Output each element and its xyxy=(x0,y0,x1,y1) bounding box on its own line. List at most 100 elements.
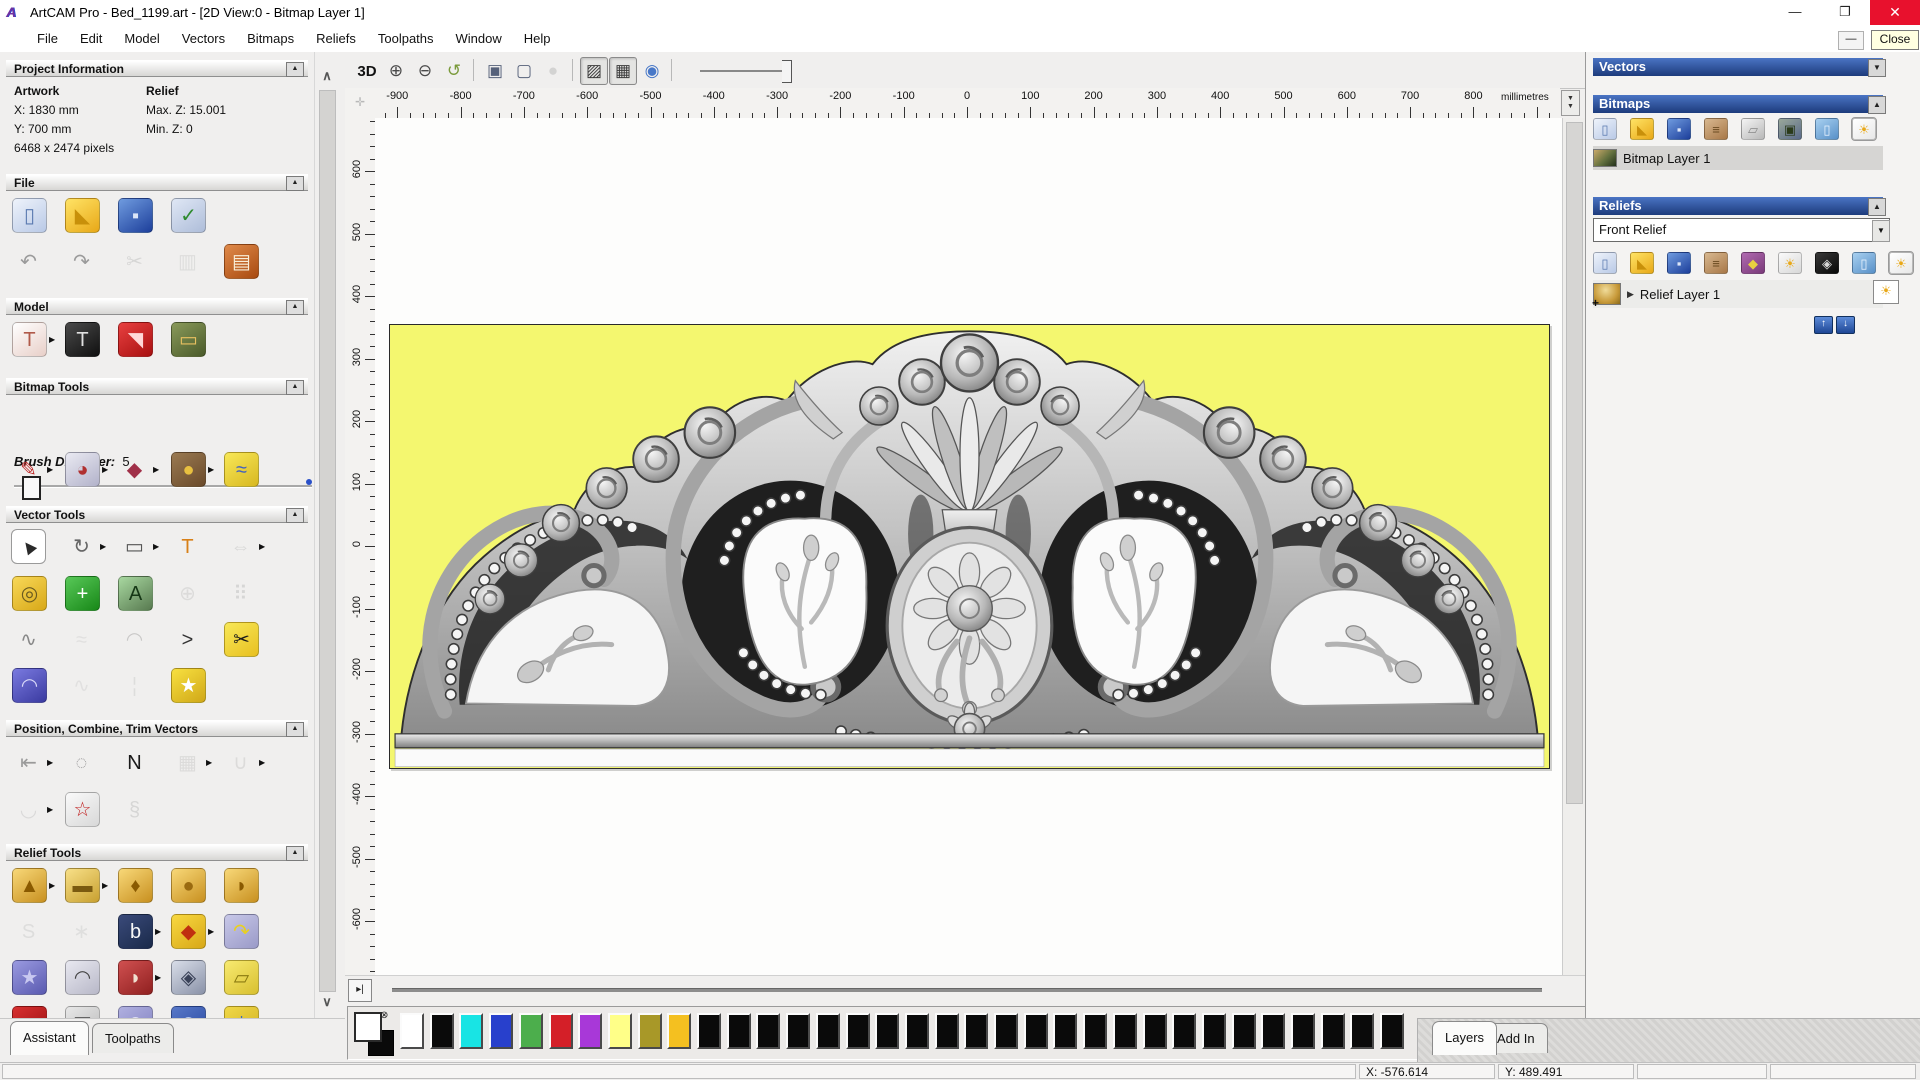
palette-colour-12[interactable] xyxy=(756,1013,781,1049)
distort-vectors-icon[interactable]: ☆ xyxy=(65,792,100,827)
select-vectors-icon[interactable]: ▲ xyxy=(11,529,46,564)
menu-toolpaths[interactable]: Toolpaths xyxy=(367,25,445,52)
emboss-plate-icon[interactable]: ◈ xyxy=(171,960,206,995)
scroll-down-icon[interactable]: ∨ xyxy=(318,994,336,1010)
menu-bitmaps[interactable]: Bitmaps xyxy=(236,25,305,52)
relief-sheet-icon[interactable]: ☀ xyxy=(1778,252,1802,274)
flyout-arrow-icon[interactable]: ▶ xyxy=(102,881,108,890)
section-header-bitmap-tools[interactable]: Bitmap Tools ▲ xyxy=(6,378,308,395)
paste-array-icon[interactable]: ⠿ xyxy=(224,577,257,610)
two-rail-sweep-icon[interactable]: ◖ xyxy=(12,1006,47,1018)
tab-toolpaths[interactable]: Toolpaths xyxy=(92,1023,174,1053)
palette-colour-15[interactable] xyxy=(845,1013,870,1049)
relief-selector-dropdown[interactable]: Front Relief xyxy=(1593,218,1890,242)
palette-colour-25[interactable] xyxy=(1142,1013,1167,1049)
palette-colour-18[interactable] xyxy=(934,1013,959,1049)
delete-bitmap-layer-icon[interactable]: ▯ xyxy=(1815,118,1839,140)
bridge-wizard-icon[interactable]: ◠ xyxy=(65,960,100,995)
free-sketch-icon[interactable]: ≈ xyxy=(65,623,98,656)
preview-relief-button[interactable]: ◉ xyxy=(638,57,666,85)
section-header-relief-tools[interactable]: Relief Tools ▲ xyxy=(6,844,308,861)
palette-colour-10[interactable] xyxy=(697,1013,721,1049)
zero-relief-icon[interactable]: ▬ xyxy=(65,868,100,903)
flyout-arrow-icon[interactable]: ▶ xyxy=(100,542,106,551)
flood-fill-icon[interactable]: ◕ xyxy=(65,452,100,487)
scrollbar-thumb[interactable] xyxy=(319,90,336,992)
flyout-arrow-icon[interactable]: ▶ xyxy=(208,927,214,936)
block-copy-icon[interactable]: ▦ xyxy=(171,746,204,779)
undo-icon[interactable]: ↶ xyxy=(12,245,45,278)
palette-colour-27[interactable] xyxy=(1201,1013,1226,1049)
section-header-bitmaps[interactable]: Bitmaps xyxy=(1593,95,1883,113)
relief-artwork[interactable] xyxy=(389,324,1550,769)
transform-vectors-icon[interactable]: ↻ xyxy=(65,530,98,563)
colour-picker-icon[interactable]: ◆ xyxy=(118,453,151,486)
sculpt-icon[interactable]: S xyxy=(12,915,45,948)
redo-icon[interactable]: ↷ xyxy=(65,245,98,278)
save-bitmap-icon[interactable]: ▪ xyxy=(1667,118,1691,140)
collapse-section-icon[interactable]: ▲ xyxy=(286,846,304,861)
flyout-arrow-icon[interactable]: ▶ xyxy=(102,465,108,474)
flyout-arrow-icon[interactable]: ▶ xyxy=(208,465,214,474)
open-model-icon[interactable]: ◣ xyxy=(65,198,100,233)
calculate-relief-icon[interactable]: ▲ xyxy=(12,868,47,903)
save-relief-icon[interactable]: ▪ xyxy=(1667,252,1691,274)
palette-colour-31[interactable] xyxy=(1320,1013,1345,1049)
palette-colour-8[interactable] xyxy=(637,1013,662,1049)
paint-icon[interactable]: ✎ xyxy=(12,453,45,486)
flyout-arrow-icon[interactable]: ▶ xyxy=(155,973,161,982)
canvas-horizontal-scrollbar[interactable] xyxy=(392,988,1542,992)
palette-colour-17[interactable] xyxy=(904,1013,929,1049)
palette-colour-6[interactable] xyxy=(578,1013,603,1049)
palette-colour-5[interactable] xyxy=(548,1013,573,1049)
offset-vector-icon[interactable]: > xyxy=(171,623,204,656)
document-close-button[interactable]: Close xyxy=(1871,30,1919,50)
zoom-in-button[interactable]: ⊕ xyxy=(382,57,410,85)
add-relief-icon[interactable]: ● xyxy=(171,868,206,903)
palette-icon[interactable]: ● xyxy=(171,452,206,487)
palette-colour-7[interactable] xyxy=(607,1013,632,1049)
toggle-vector-visibility-button[interactable]: ▦ xyxy=(609,57,637,85)
texture-paint-icon[interactable]: ≈ xyxy=(224,452,259,487)
flyout-arrow-icon[interactable]: ▶ xyxy=(153,465,159,474)
flyout-arrow-icon[interactable]: ▶ xyxy=(259,542,265,551)
palette-colour-30[interactable] xyxy=(1291,1013,1315,1049)
zoom-objects-button[interactable]: ● xyxy=(539,57,567,85)
palette-colour-26[interactable] xyxy=(1172,1013,1197,1049)
wrap-relief-icon[interactable]: ↷ xyxy=(224,914,259,949)
texture-relief-icon[interactable]: ◗ xyxy=(118,960,153,995)
flyout-arrow-icon[interactable]: ▶ xyxy=(47,758,53,767)
extrude-icon[interactable]: ▦ xyxy=(65,1006,100,1018)
flyout-arrow-icon[interactable]: ▶ xyxy=(47,465,53,474)
canvas-vertical-scrollbar[interactable] xyxy=(1562,118,1585,975)
import-image-icon[interactable]: ▭ xyxy=(171,322,206,357)
clear-bitmap-icon[interactable]: ▱ xyxy=(1741,118,1765,140)
bitmap-to-vector-icon[interactable]: ≡ xyxy=(1704,118,1728,140)
save-model-icon[interactable]: ▪ xyxy=(118,198,153,233)
palette-colour-32[interactable] xyxy=(1350,1013,1375,1049)
zoom-fit-button[interactable]: ▢ xyxy=(510,57,538,85)
nesting-icon[interactable]: N xyxy=(118,746,151,779)
menu-help[interactable]: Help xyxy=(513,25,562,52)
trim-vectors-icon[interactable]: ✂ xyxy=(224,622,259,657)
paste-relief-layer-icon[interactable]: ▱ xyxy=(224,960,259,995)
zoom-1to1-button[interactable]: ▣ xyxy=(481,57,509,85)
flyout-arrow-icon[interactable]: ▶ xyxy=(259,758,265,767)
relief-layer-row[interactable]: + ▶ Relief Layer 1 ☀ xyxy=(1592,280,1899,310)
adjust-model-icon[interactable]: T xyxy=(65,322,100,357)
zoom-previous-button[interactable]: ↺ xyxy=(440,57,468,85)
palette-colour-9[interactable] xyxy=(667,1013,692,1049)
paste-text-grid-icon[interactable]: A xyxy=(118,576,153,611)
emboss-wizard-icon[interactable]: b xyxy=(118,914,153,949)
collapse-reliefs-icon[interactable]: ▲ xyxy=(1868,198,1886,216)
menu-file[interactable]: File xyxy=(26,25,69,52)
expander-icon[interactable]: ▶ xyxy=(1627,289,1634,300)
primary-colour-swatch[interactable] xyxy=(354,1012,382,1042)
weld-vectors-icon[interactable]: ∪ xyxy=(224,746,257,779)
collapse-section-icon[interactable]: ▲ xyxy=(286,722,304,737)
scroll-up-icon[interactable]: ∧ xyxy=(318,68,336,84)
new-from-image-icon[interactable]: ▣ xyxy=(1778,118,1802,140)
flyout-arrow-icon[interactable]: ▶ xyxy=(49,881,55,890)
flyout-arrow-icon[interactable]: ▶ xyxy=(47,805,53,814)
restore-button[interactable]: ❐ xyxy=(1820,0,1870,25)
